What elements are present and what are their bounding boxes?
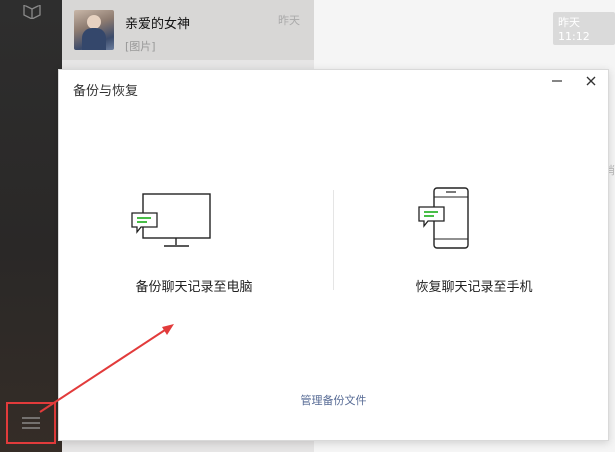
chat-time: 昨天 [278,14,300,27]
menu-icon [22,417,40,429]
manage-backup-files-link[interactable]: 管理备份文件 [59,392,608,408]
backup-to-computer-option[interactable]: 备份聊天记录至电脑 [79,185,309,295]
close-icon[interactable] [585,75,597,90]
minimize-icon[interactable] [549,73,565,89]
chat-list-item[interactable]: 亲爱的女神 [图片] 昨天 [62,0,314,60]
phone-chat-icon [418,187,469,249]
chat-preview: [图片] [125,40,156,53]
dialog-title: 备份与恢复 [73,84,139,99]
message-timestamp: 昨天 11:12 [553,12,615,45]
backup-restore-dialog: 备份与恢复 备份聊天记录至电脑 恢复聊天记录至手机 管理备份文件 [58,69,609,441]
computer-chat-icon [131,193,211,247]
cube-icon[interactable] [22,1,42,23]
restore-to-phone-option[interactable]: 恢复聊天记录至手机 [359,185,589,295]
backup-option-label: 备份聊天记录至电脑 [135,280,253,295]
menu-button[interactable] [6,402,56,444]
sidebar [0,0,62,452]
chat-name: 亲爱的女神 [125,17,191,32]
options-divider [333,190,334,290]
avatar [74,10,114,50]
restore-option-label: 恢复聊天记录至手机 [415,280,533,295]
